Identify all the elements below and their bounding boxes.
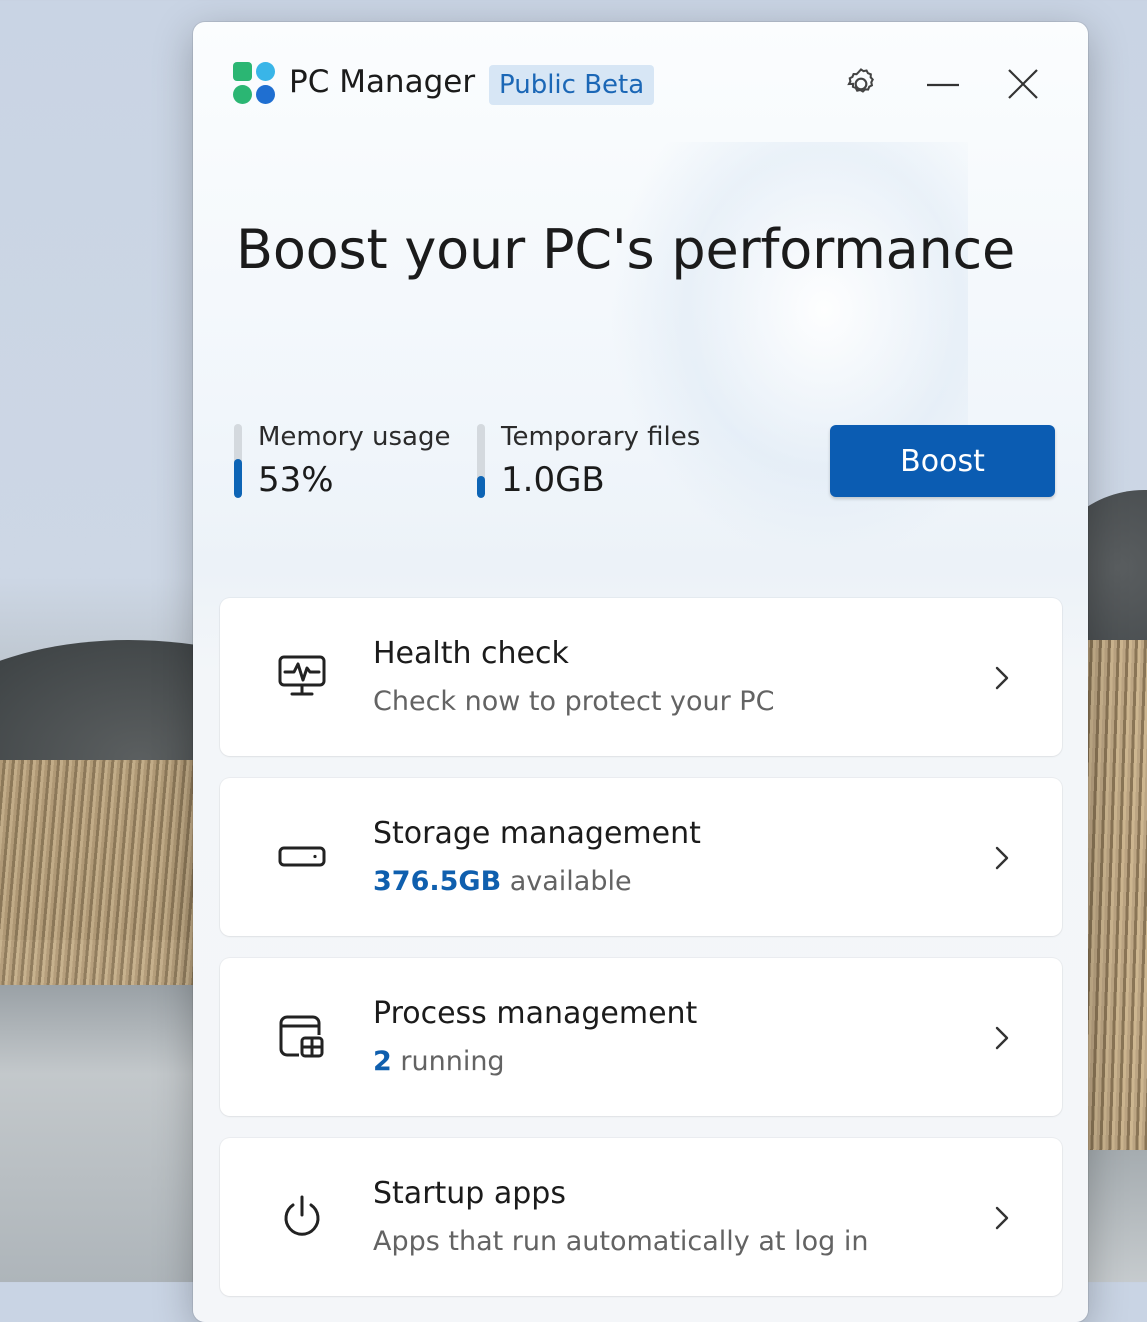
process-management-title: Process management	[373, 996, 698, 1031]
storage-management-title: Storage management	[373, 816, 701, 851]
card-icon-wrap	[274, 1188, 330, 1244]
close-icon	[1008, 69, 1038, 99]
page-headline: Boost your PC's performance	[236, 218, 1016, 281]
health-check-subtitle: Check now to protect your PC	[373, 686, 775, 717]
title-bar[interactable]: PC Manager Public Beta	[193, 22, 1088, 144]
temporary-files-bar	[477, 424, 485, 498]
public-beta-badge: Public Beta	[489, 65, 655, 105]
card-icon-wrap	[274, 828, 330, 884]
temporary-files-value: 1.0GB	[501, 460, 605, 500]
process-running-label: running	[391, 1046, 505, 1077]
close-button[interactable]	[1001, 62, 1045, 106]
chevron-right-icon	[995, 1026, 1009, 1050]
process-management-subtitle: 2 running	[373, 1046, 505, 1077]
chevron-right-icon	[995, 1206, 1009, 1230]
pc-manager-window: PC Manager Public Beta Boost your PC's p…	[193, 22, 1088, 1322]
pc-manager-logo-icon	[233, 62, 275, 104]
storage-available-label: available	[501, 866, 632, 897]
memory-usage-value: 53%	[258, 460, 334, 500]
gear-icon	[847, 68, 874, 93]
health-check-title: Health check	[373, 636, 569, 671]
memory-usage-bar-fill	[234, 458, 242, 498]
storage-available-amount: 376.5GB	[373, 866, 502, 897]
memory-usage-label: Memory usage	[258, 422, 451, 452]
storage-management-subtitle: 376.5GB available	[373, 866, 632, 897]
temporary-files-bar-fill	[477, 475, 485, 498]
app-title: PC Manager	[289, 64, 476, 100]
hero-background-art	[608, 142, 968, 562]
health-check-card[interactable]: Health check Check now to protect your P…	[220, 598, 1062, 756]
drive-icon	[278, 846, 326, 867]
chevron-right-icon	[995, 666, 1009, 690]
process-running-count: 2	[373, 1046, 392, 1077]
startup-apps-card[interactable]: Startup apps Apps that run automatically…	[220, 1138, 1062, 1296]
power-icon	[284, 1195, 320, 1236]
startup-apps-title: Startup apps	[373, 1176, 566, 1211]
storage-management-card[interactable]: Storage management 376.5GB available	[220, 778, 1062, 936]
card-icon-wrap	[274, 1008, 330, 1064]
process-management-card[interactable]: Process management 2 running	[220, 958, 1062, 1116]
card-icon-wrap	[274, 648, 330, 704]
minimize-icon	[927, 83, 959, 87]
startup-apps-subtitle: Apps that run automatically at log in	[373, 1226, 869, 1257]
minimize-button[interactable]	[921, 62, 965, 106]
memory-usage-bar	[234, 424, 242, 498]
chevron-right-icon	[995, 846, 1009, 870]
boost-button[interactable]: Boost	[830, 425, 1055, 497]
temporary-files-label: Temporary files	[501, 422, 701, 452]
settings-button[interactable]	[839, 62, 883, 106]
app-window-icon	[279, 1015, 324, 1058]
monitor-pulse-icon	[278, 655, 326, 696]
